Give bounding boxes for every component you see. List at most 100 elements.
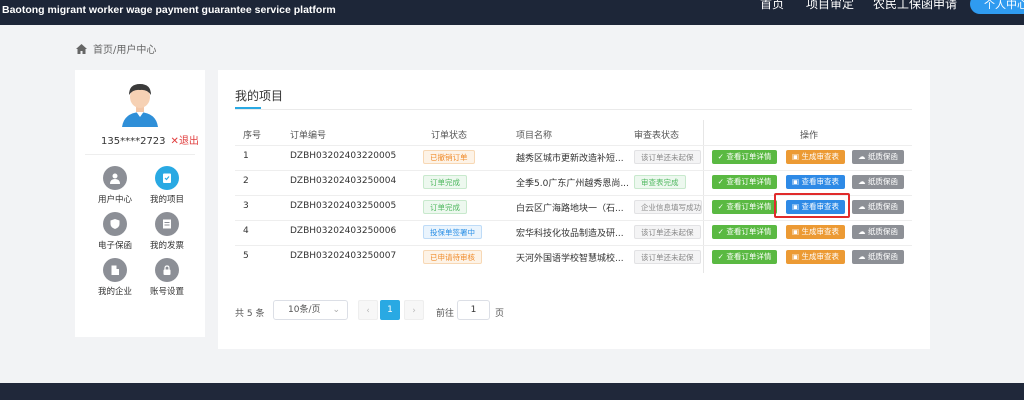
cloud-icon: ☁ [858,252,868,261]
row-order-no: DZBH03202403250004 [290,176,397,186]
button-label: 纸质保函 [867,202,898,211]
button-label: 查看订单详情 [726,177,772,186]
header-project-name: 项目名称 [516,131,553,141]
page-unit-label: 页 [495,309,505,319]
page-size-value: 10条/页 [288,305,321,315]
logout-label: 退出 [178,136,199,147]
user-center-button[interactable]: 个人中心 [970,0,1024,14]
nav-home[interactable]: 首页 [760,0,784,12]
view-order-detail-button[interactable]: ✓ 查看订单详情 [712,250,777,264]
highlight-box [774,193,850,218]
prev-page-button[interactable]: ‹ [358,300,378,320]
footer [0,383,1024,400]
row-project-name: 全季5.0广东广州越秀恩尚... [516,179,628,189]
review-status-badge: 该订单还未起保 [634,225,701,239]
user-icon [103,166,127,190]
home-icon[interactable] [76,43,87,54]
review-sheet-button[interactable]: ▣ 生成审查表 [786,250,845,264]
view-order-detail-button[interactable]: ✓ 查看订单详情 [712,150,777,164]
row-index: 1 [243,151,249,161]
button-label: 查看订单详情 [726,252,772,261]
paper-guarantee-button[interactable]: ☁ 纸质保函 [852,250,904,264]
close-icon: ✕ [170,136,179,147]
platform-title: Baotong migrant worker wage payment guar… [2,4,336,16]
row-divider [235,170,912,171]
header-order-no: 订单编号 [290,131,327,141]
row-divider [235,145,912,146]
chevron-down-icon: ⌄ [332,305,340,315]
guarantee-icon [103,212,127,236]
breadcrumb-text[interactable]: 首页/用户中心 [93,41,156,56]
row-index: 2 [243,176,249,186]
goto-label: 前往 [436,309,455,319]
menu-my-invoices[interactable]: 我的发票 [142,212,192,251]
menu-account-settings[interactable]: 账号设置 [142,258,192,297]
avatar [122,84,158,127]
breadcrumb: 首页/用户中心 [76,41,156,56]
chevron-left-icon: ‹ [366,306,370,316]
cloud-icon: ☁ [858,227,868,236]
row-order-no: DZBH03202403250005 [290,201,397,211]
review-status-badge: 该订单还未起保 [634,150,701,164]
review-status-badge: 审查表完成 [634,175,686,189]
button-label: 查看审查表 [801,177,839,186]
header-index: 序号 [243,131,262,141]
cloud-icon: ☁ [858,152,868,161]
nav-project-review[interactable]: 项目审定 [806,0,854,12]
cloud-icon: ☁ [858,177,868,186]
view-order-detail-button[interactable]: ✓ 查看订单详情 [712,200,777,214]
paper-guarantee-button[interactable]: ☁ 纸质保函 [852,150,904,164]
row-project-name: 宏华科技化妆品制造及研... [516,229,624,239]
page-size-select[interactable]: 10条/页 ⌄ [273,300,348,320]
goto-page-input[interactable]: 1 [457,300,490,320]
page-1-button[interactable]: 1 [380,300,400,320]
order-status-badge: 订单完成 [423,175,467,189]
button-label: 生成审查表 [801,227,839,236]
menu-my-projects[interactable]: 我的项目 [142,166,192,205]
menu-e-guarantee[interactable]: 电子保函 [90,212,140,251]
review-status-badge: 该订单还未起保 [634,250,701,264]
button-label: 纸质保函 [867,252,898,261]
invoice-icon [155,212,179,236]
menu-label: 账号设置 [149,287,184,297]
review-sheet-button[interactable]: ▣ 生成审查表 [786,150,845,164]
phone-number: 135****2723 [101,136,166,147]
row-index: 3 [243,201,249,211]
paper-guarantee-button[interactable]: ☁ 纸质保函 [852,225,904,239]
building-icon [103,258,127,282]
menu-label: 电子保函 [97,241,132,251]
divider [85,154,195,155]
panel-title: 我的项目 [235,89,284,103]
order-status-badge: 投保单签署中 [423,225,482,239]
user-phone: 135****2723 ✕退出 [101,132,199,147]
paper-guarantee-button[interactable]: ☁ 纸质保函 [852,175,904,189]
header-actions: 操作 [800,131,819,141]
button-label: 查看订单详情 [726,202,772,211]
nav-guarantee-apply[interactable]: 农民工保函申请 [873,0,957,12]
cloud-icon: ☁ [858,202,868,211]
button-label: 查看订单详情 [726,227,772,236]
review-sheet-button[interactable]: ▣ 查看审查表 [786,175,845,189]
order-status-badge: 已申请待审核 [423,250,482,264]
row-divider [235,245,912,246]
order-status-badge: 订单完成 [423,200,467,214]
review-sheet-button[interactable]: ▣ 生成审查表 [786,225,845,239]
menu-user-center[interactable]: 用户中心 [90,166,140,205]
menu-my-company[interactable]: 我的企业 [90,258,140,297]
review-status-badge: 企业信息填写成功, [634,200,702,214]
next-page-button[interactable]: › [404,300,424,320]
total-count: 共 5 条 [235,309,265,319]
chevron-right-icon: › [412,306,416,316]
row-order-no: DZBH03202403250006 [290,226,397,236]
paper-guarantee-button[interactable]: ☁ 纸质保函 [852,200,904,214]
row-project-name: 白云区广海路地块一（石... [516,204,624,214]
view-order-detail-button[interactable]: ✓ 查看订单详情 [712,175,777,189]
button-label: 纸质保函 [867,227,898,236]
button-label: 生成审查表 [801,252,839,261]
view-order-detail-button[interactable]: ✓ 查看订单详情 [712,225,777,239]
row-order-no: DZBH03202403250007 [290,251,397,261]
logout-link[interactable]: ✕退出 [171,136,199,147]
button-label: 生成审查表 [801,152,839,161]
button-label: 纸质保函 [867,177,898,186]
project-icon [155,166,179,190]
